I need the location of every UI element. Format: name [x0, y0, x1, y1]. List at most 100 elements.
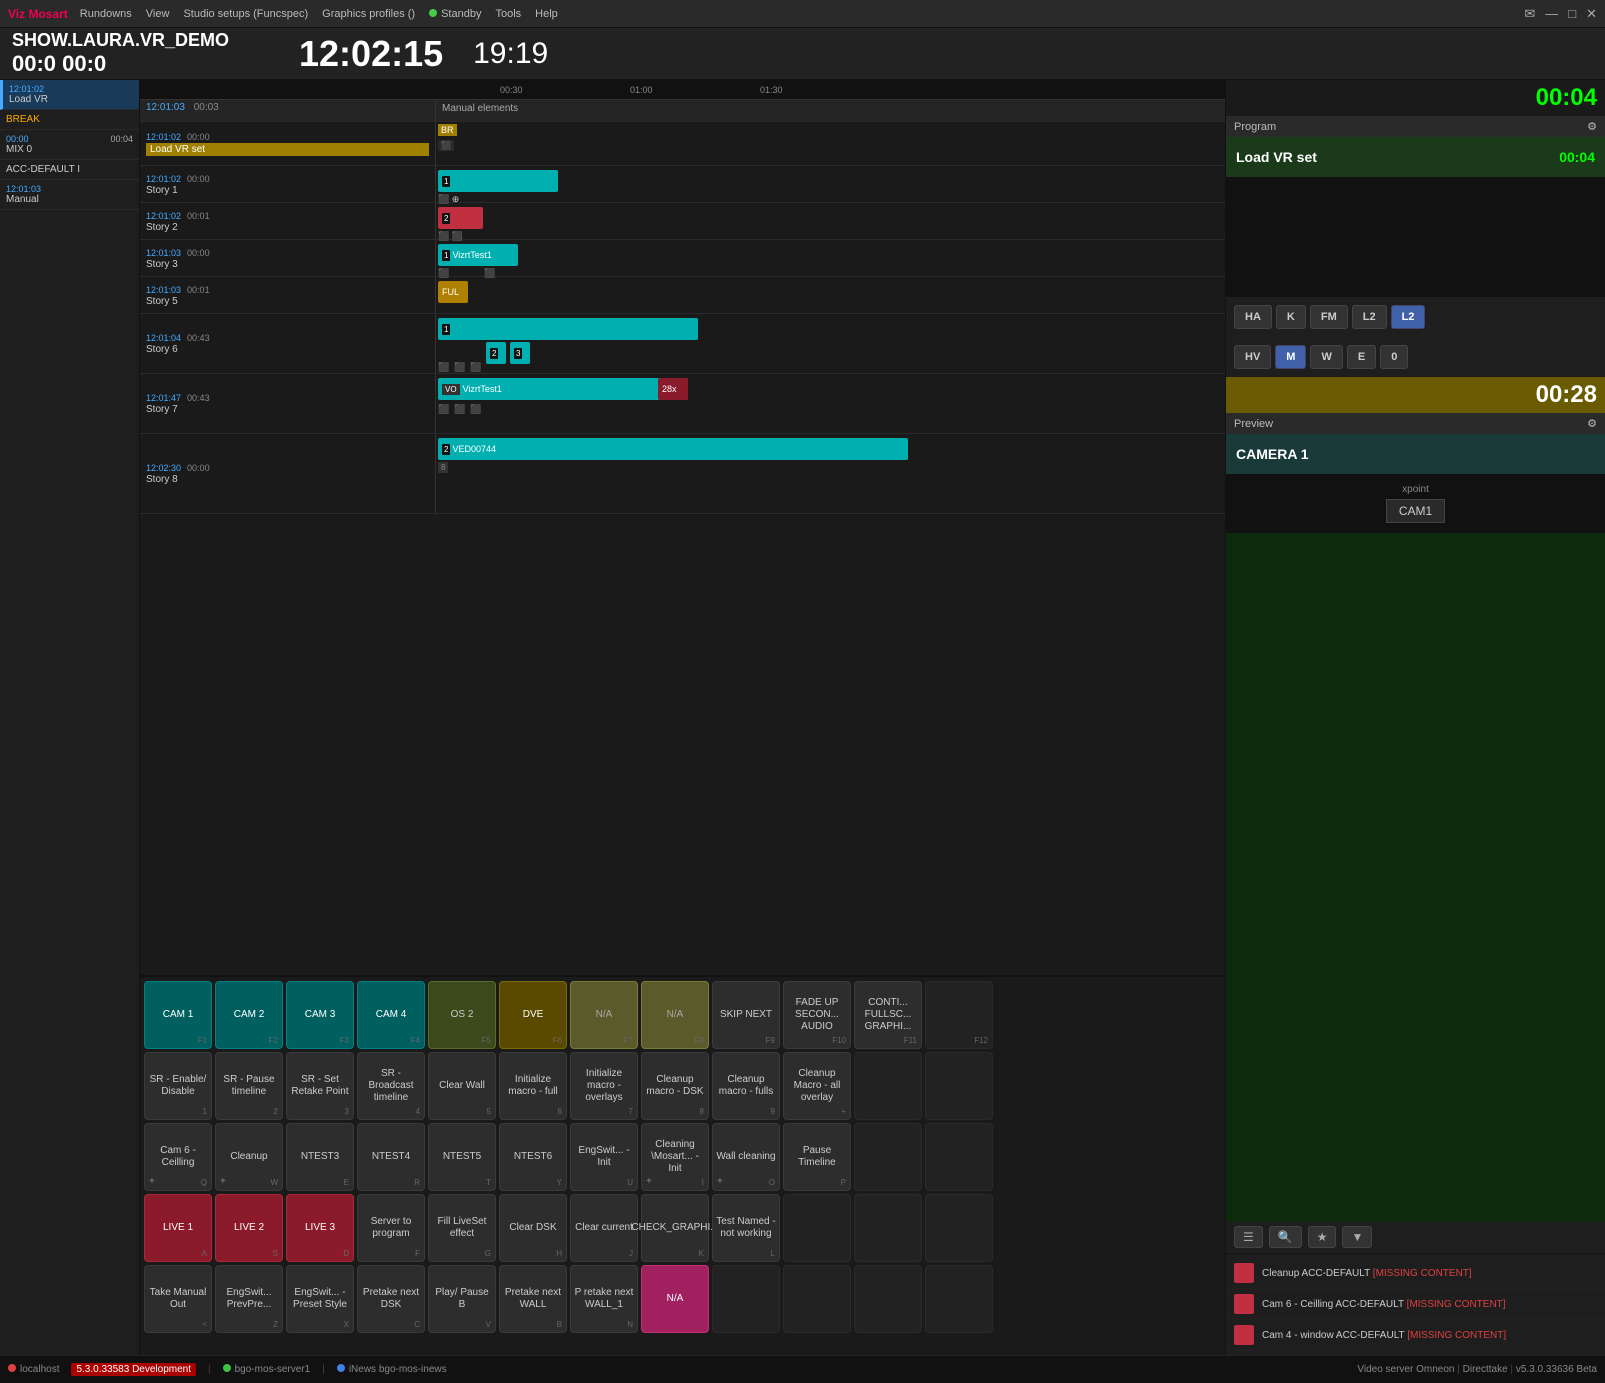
kb-sr-pause[interactable]: SR - Pause timeline2 — [215, 1052, 283, 1120]
kb-play-pause-b[interactable]: Play/ Pause BV — [428, 1265, 496, 1333]
kb-live1[interactable]: LIVE 1A — [144, 1194, 212, 1262]
kb-sr-broadcast[interactable]: SR - Broadcast timeline4 — [357, 1052, 425, 1120]
menu-rundowns[interactable]: Rundowns — [80, 8, 132, 20]
ctrl-ha[interactable]: HA — [1234, 305, 1272, 329]
rundown-item-break[interactable]: BREAK — [0, 110, 139, 130]
tl-row-story2: 12:01:0200:01 Story 2 2 ⬛ ⬛ — [140, 203, 1225, 240]
ctrl-e[interactable]: E — [1347, 345, 1376, 369]
kb-conti[interactable]: CONTI... FULLSC... GRAPHI...F11 — [854, 981, 922, 1049]
kb-pretake-next-dsk[interactable]: Pretake next DSKC — [357, 1265, 425, 1333]
kb-cam2[interactable]: CAM 2F2 — [215, 981, 283, 1049]
rundown-item-acc[interactable]: ACC-DEFAULT I — [0, 160, 139, 180]
preview-settings-icon[interactable]: ⚙ — [1587, 417, 1597, 430]
kb-dve[interactable]: DVEF6 — [499, 981, 567, 1049]
program-label: Program — [1234, 121, 1276, 133]
preview-section-header: Preview ⚙ — [1226, 413, 1605, 434]
timeline-content[interactable]: 12:01:03 00:03 Manual elements 12:01:020… — [140, 100, 1225, 975]
kb-ntest4[interactable]: NTEST4R — [357, 1123, 425, 1191]
kb-ntest5[interactable]: NTEST5T — [428, 1123, 496, 1191]
kb-pretake-next-wall1[interactable]: P retake next WALL_1N — [570, 1265, 638, 1333]
rundown-item-manual[interactable]: 12:01:03 Manual — [0, 180, 139, 210]
tl-block-story6-2: 2 — [486, 342, 506, 364]
kb-sr-enable[interactable]: SR - Enable/ Disable1 — [144, 1052, 212, 1120]
sidebar-entry-cam4[interactable]: Cam 4 - window ACC-DEFAULT [MISSING CONT… — [1226, 1320, 1605, 1351]
kb-cam6-ceiling[interactable]: Cam 6 - Ceilling+Q — [144, 1123, 212, 1191]
sidebar-menu-btn[interactable]: ☰ — [1234, 1226, 1263, 1248]
kb-fill-liveset[interactable]: Fill LiveSet effectG — [428, 1194, 496, 1262]
kb-pretake-next-wall[interactable]: Pretake next WALLB — [499, 1265, 567, 1333]
kb-pause-timeline[interactable]: Pause TimelineP — [783, 1123, 851, 1191]
ctrl-l2-active[interactable]: L2 — [1391, 305, 1426, 329]
kb-cam1[interactable]: CAM 1F1 — [144, 981, 212, 1049]
story7-icons: ⬛ ⬛ ⬛ — [438, 404, 482, 415]
ctrl-w[interactable]: W — [1310, 345, 1342, 369]
sidebar-filter-btn[interactable]: ▼ — [1342, 1226, 1372, 1248]
kb-shortcut: F1 — [198, 1036, 207, 1046]
mail-icon[interactable]: ✉ — [1524, 6, 1535, 22]
kb-shortcut: B — [557, 1320, 562, 1330]
menu-standby[interactable]: Standby — [429, 8, 481, 20]
menu-tools[interactable]: Tools — [495, 8, 521, 20]
tl-row-story3: 12:01:0300:00 Story 3 1 VizrtTest1 ⬛ ⬛ — [140, 240, 1225, 277]
kb-clear-current[interactable]: Clear currentJ — [570, 1194, 638, 1262]
kb-skip-next[interactable]: SKIP NEXTF9 — [712, 981, 780, 1049]
kb-na-f7[interactable]: N/AF7 — [570, 981, 638, 1049]
kb-cleanup-macro-dsk[interactable]: Cleanup macro - DSK8 — [641, 1052, 709, 1120]
kb-engswit-init[interactable]: EngSwit... - InitU — [570, 1123, 638, 1191]
kb-cam3[interactable]: CAM 3F3 — [286, 981, 354, 1049]
kb-ntest6[interactable]: NTEST6Y — [499, 1123, 567, 1191]
kb-live2[interactable]: LIVE 2S — [215, 1194, 283, 1262]
kb-live3[interactable]: LIVE 3D — [286, 1194, 354, 1262]
kb-test-named[interactable]: Test Named - not workingL — [712, 1194, 780, 1262]
kb-sr-retake[interactable]: SR - Set Retake Point3 — [286, 1052, 354, 1120]
sidebar-search-btn[interactable]: 🔍 — [1269, 1226, 1302, 1248]
kb-fade-up[interactable]: FADE UP SECON... AUDIOF10 — [783, 981, 851, 1049]
block-icon: 2 — [442, 444, 450, 455]
ctrl-m-active[interactable]: M — [1275, 345, 1306, 369]
kb-server-to-program[interactable]: Server to programF — [357, 1194, 425, 1262]
rundown-item-loadvr[interactable]: 12:01:02 Load VR — [0, 80, 139, 110]
rundown-item-mix[interactable]: 00:00 00:04 MIX 0 — [0, 130, 139, 160]
kb-shortcut: L — [771, 1249, 775, 1259]
menu-view[interactable]: View — [146, 8, 170, 20]
kb-shortcut: F8 — [695, 1036, 704, 1046]
menu-studio[interactable]: Studio setups (Funcspec) — [183, 8, 308, 20]
kb-take-manual-out[interactable]: Take Manual Out< — [144, 1265, 212, 1333]
kb-shortcut: 6 — [558, 1107, 562, 1117]
close-button[interactable]: ✕ — [1586, 6, 1597, 22]
kb-cam4[interactable]: CAM 4F4 — [357, 981, 425, 1049]
statusbar: localhost 5.3.0.33583 Development | bgo-… — [0, 1355, 1605, 1383]
kb-cleanup[interactable]: Cleanup+W — [215, 1123, 283, 1191]
kb-engswit-prevpre[interactable]: EngSwit... PrevPre...Z — [215, 1265, 283, 1333]
kb-cleanup-macro-fulls[interactable]: Cleanup macro - fulls9 — [712, 1052, 780, 1120]
kb-engswit-preset-style[interactable]: EngSwit... - Preset StyleX — [286, 1265, 354, 1333]
kb-ntest3[interactable]: NTEST3E — [286, 1123, 354, 1191]
ctrl-hv[interactable]: HV — [1234, 345, 1271, 369]
tl-marker-0100: 01:00 — [630, 85, 653, 95]
ctrl-l2[interactable]: L2 — [1352, 305, 1387, 329]
maximize-button[interactable]: □ — [1568, 6, 1576, 22]
program-area: 00:04 Program ⚙ Load VR set 00:04 HA K F… — [1226, 80, 1605, 1355]
kb-os2[interactable]: OS 2F5 — [428, 981, 496, 1049]
ctrl-k[interactable]: K — [1276, 305, 1306, 329]
menu-graphics[interactable]: Graphics profiles () — [322, 8, 415, 20]
kb-clear-dsk[interactable]: Clear DSKH — [499, 1194, 567, 1262]
kb-na-pink[interactable]: N/A- — [641, 1265, 709, 1333]
kb-cleaning-mosart[interactable]: Cleaning \Mosart... - Init+I — [641, 1123, 709, 1191]
sidebar-entry-cam6[interactable]: Cam 6 - Ceilling ACC-DEFAULT [MISSING CO… — [1226, 1289, 1605, 1320]
kb-check-graphi[interactable]: CHECK_GRAPHI...K — [641, 1194, 709, 1262]
sidebar-star-btn[interactable]: ★ — [1308, 1226, 1337, 1248]
menu-help[interactable]: Help — [535, 8, 558, 20]
kb-init-macro-full[interactable]: Initialize macro - full6 — [499, 1052, 567, 1120]
kb-init-macro-overlays[interactable]: Initialize macro - overlays7 — [570, 1052, 638, 1120]
kb-wall-cleaning[interactable]: Wall cleaning+O — [712, 1123, 780, 1191]
tl-story-name: Load VR set — [146, 143, 429, 156]
minimize-button[interactable]: — — [1545, 6, 1558, 22]
kb-na-f8[interactable]: N/AF8 — [641, 981, 709, 1049]
sidebar-entry-cleanup-acc[interactable]: Cleanup ACC-DEFAULT [MISSING CONTENT] — [1226, 1258, 1605, 1289]
kb-cleanup-macro-all[interactable]: Cleanup Macro - all overlay+ — [783, 1052, 851, 1120]
ctrl-fm[interactable]: FM — [1310, 305, 1348, 329]
kb-clear-wall[interactable]: Clear Wall5 — [428, 1052, 496, 1120]
ctrl-0[interactable]: 0 — [1380, 345, 1408, 369]
program-settings-icon[interactable]: ⚙ — [1587, 120, 1597, 133]
